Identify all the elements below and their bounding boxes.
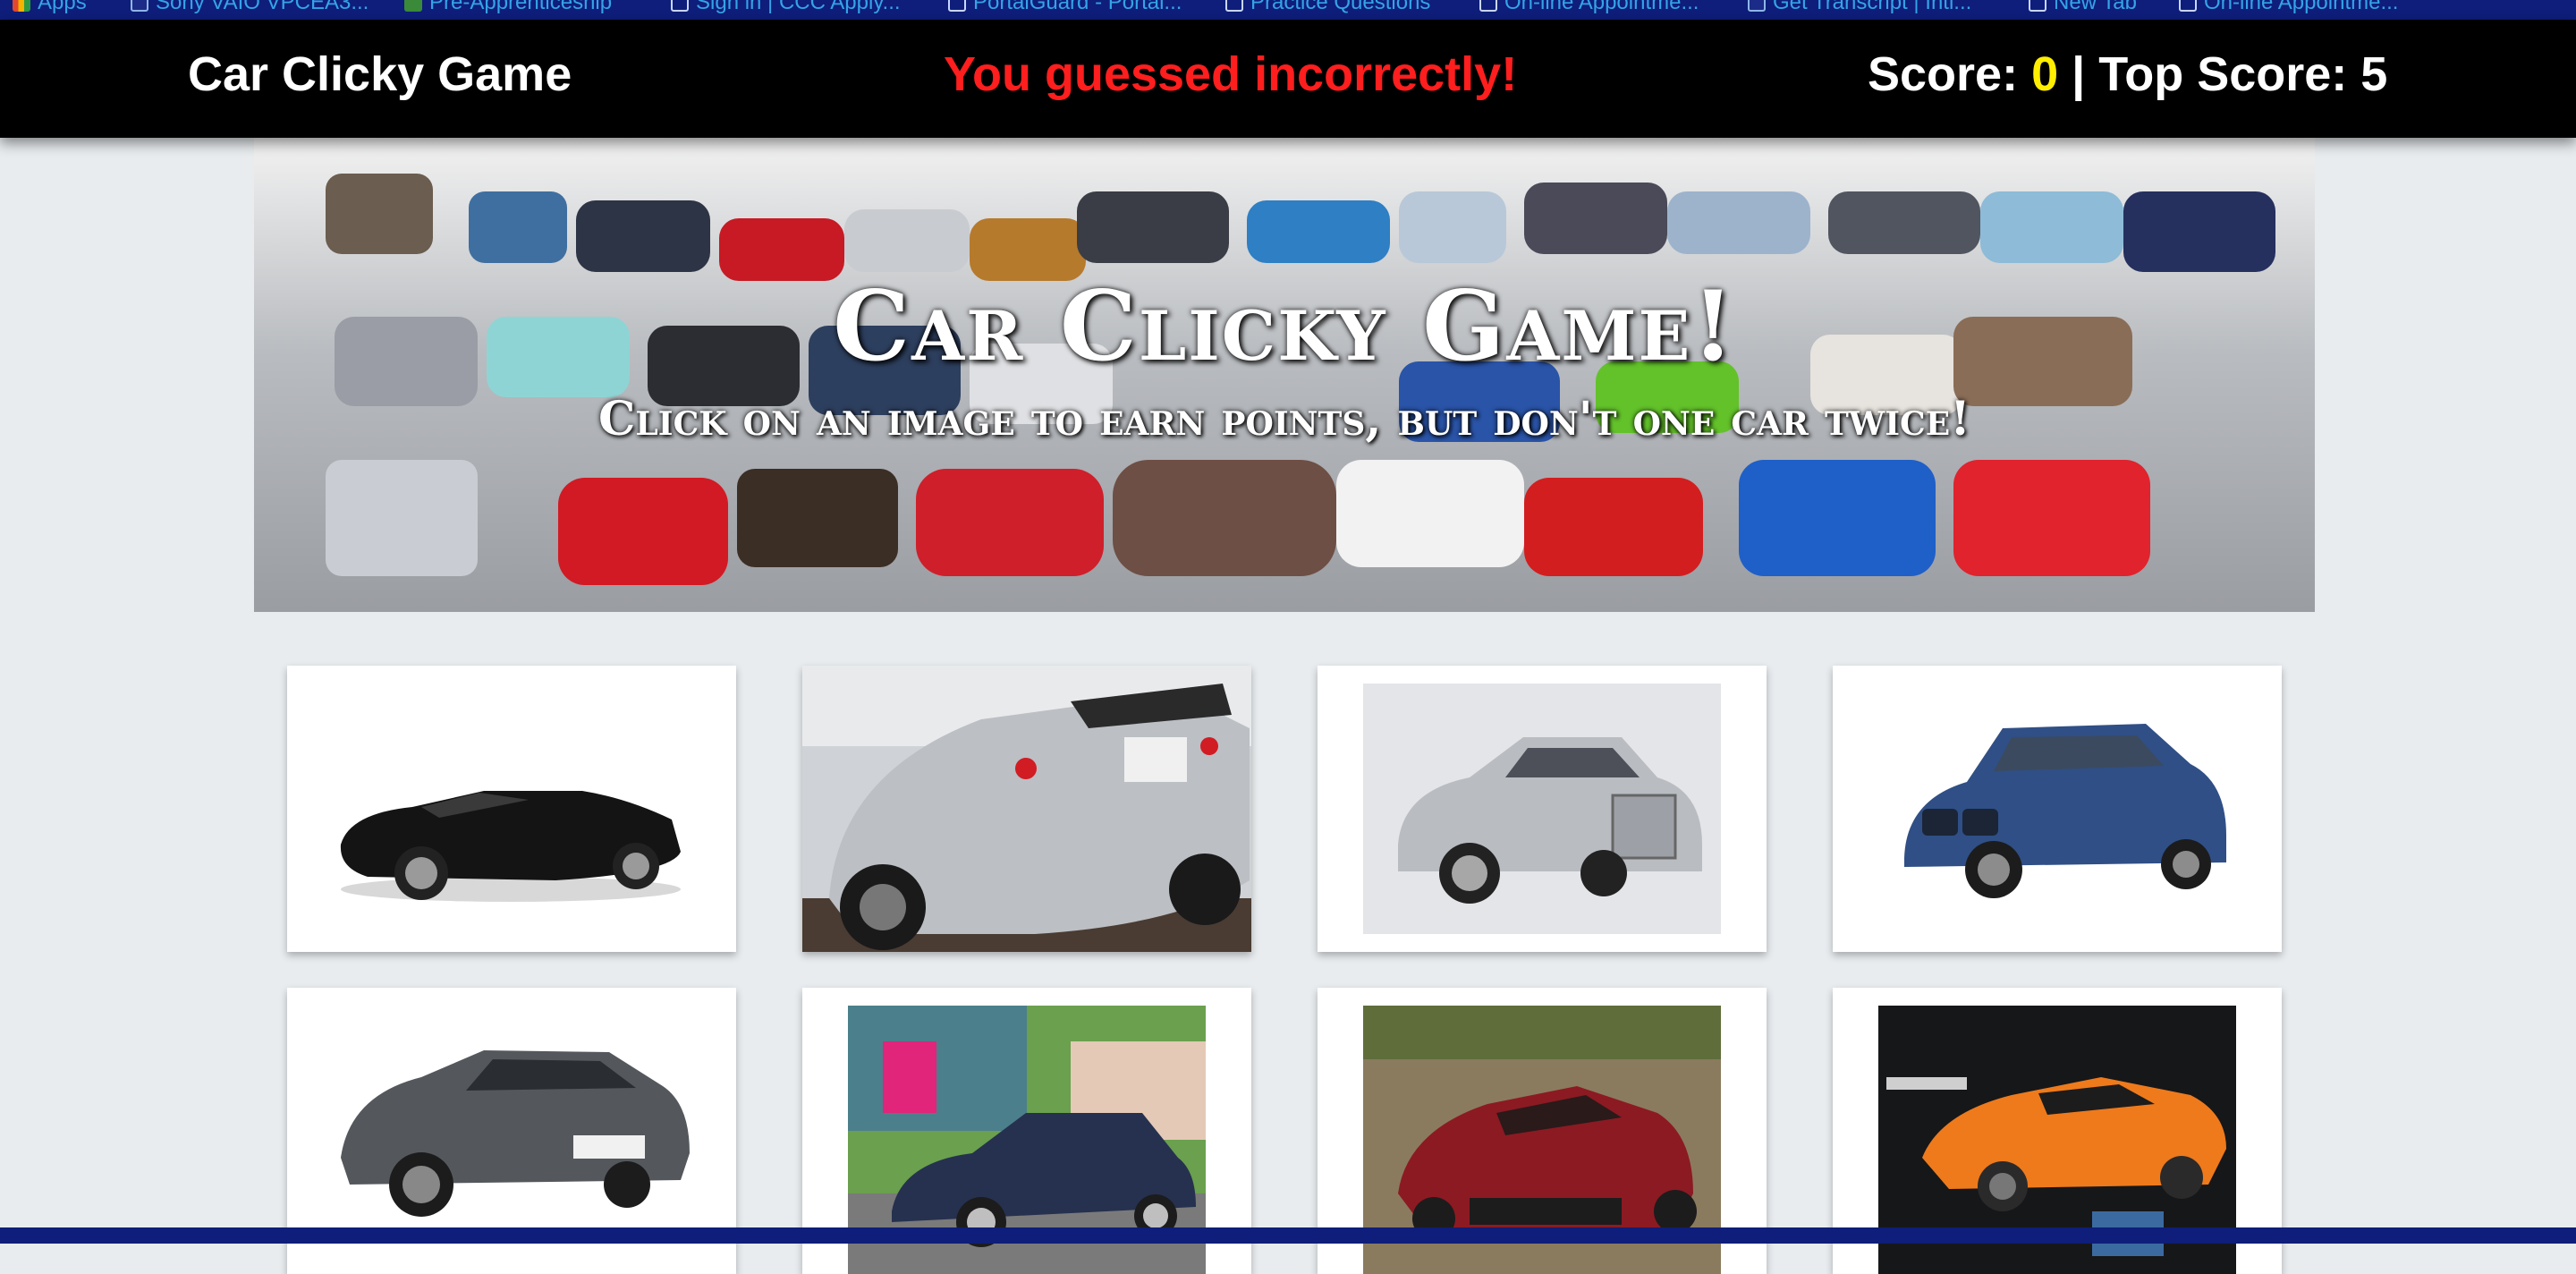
black-convertible-image (340, 791, 681, 902)
apps-grid-icon (13, 0, 30, 12)
card-silver-race-coupe[interactable] (802, 666, 1251, 952)
bookmark-get-transcript[interactable]: Get Transcript | Intl... (1748, 0, 1971, 14)
guess-message: You guessed incorrectly! (944, 47, 1518, 101)
leaf-icon (404, 0, 422, 12)
jumbotron-title: Car Clicky Game! (833, 270, 1736, 383)
footer-bar (0, 1227, 2576, 1244)
brand-title[interactable]: Car Clicky Game (188, 47, 572, 102)
doc-icon (1479, 0, 1497, 12)
score-separator: | (2058, 47, 2099, 101)
card-silver-rolls-royce[interactable] (1318, 666, 1767, 952)
bookmark-practice-questions[interactable]: Practice Questions (1225, 0, 1430, 14)
current-score: 0 (2031, 47, 2059, 101)
bookmark-sony[interactable]: Sony VAIO VPCEA3... (131, 0, 369, 14)
bookmark-online-appointment[interactable]: On-line Appointme... (1479, 0, 1699, 14)
doc-icon (2179, 0, 2197, 12)
bookmark-apps[interactable]: Apps (13, 0, 87, 14)
doc-icon (1225, 0, 1243, 12)
navbar: Car Clicky Game You guessed incorrectly!… (0, 20, 2576, 138)
bookmarks-bar: Apps Sony VAIO VPCEA3... Pre-Apprentices… (0, 0, 2576, 20)
bookmark-new-tab[interactable]: New Tab (2029, 0, 2137, 14)
top-score: 5 (2360, 47, 2388, 101)
bookmark-pre-apprenticeship[interactable]: Pre-Apprenticeship (404, 0, 612, 14)
silver-rolls-royce-image (1363, 684, 1721, 934)
bookmark-online-appointment-2[interactable]: On-line Appointme... (2179, 0, 2398, 14)
jumbotron-subtitle: Click on an image to earn points, but do… (598, 392, 1970, 446)
score-display: Score: 0 | Top Score: 5 (1868, 47, 2387, 102)
page-icon (131, 0, 148, 12)
bookmark-portalguard[interactable]: PortalGuard - Portal... (948, 0, 1182, 14)
blue-suv-image (1904, 724, 2226, 898)
score-label: Score: (1868, 47, 2032, 101)
card-black-mustang-convertible[interactable] (287, 666, 736, 952)
top-score-label: Top Score: (2098, 47, 2361, 101)
jumbotron: Car Clicky Game! Click on an image to ea… (254, 138, 2315, 612)
card-blue-bmw-suv[interactable] (1833, 666, 2282, 952)
silver-race-car-image (802, 666, 1251, 952)
doc-icon (671, 0, 689, 12)
bookmark-ccc-apply[interactable]: Sign in | CCC Apply... (671, 0, 901, 14)
doc-icon (948, 0, 966, 12)
page-icon (1748, 0, 1766, 12)
doc-icon (2029, 0, 2046, 12)
